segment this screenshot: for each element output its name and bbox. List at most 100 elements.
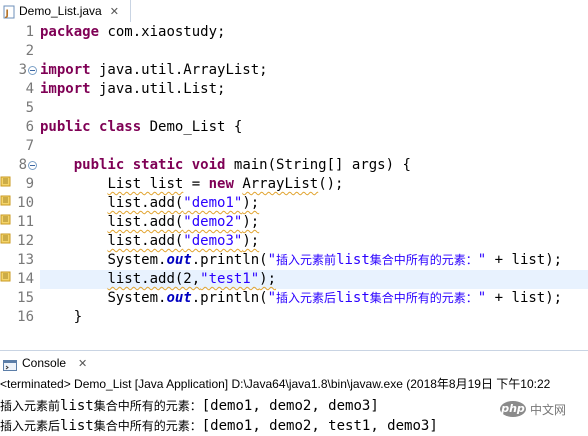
code-text: .println( xyxy=(191,252,268,268)
code-text: com.xiaostudy; xyxy=(99,24,226,40)
line-number: 4 xyxy=(25,81,34,97)
code-text: ); xyxy=(242,214,260,230)
string-literal: "demo3" xyxy=(183,233,243,249)
code-text: .println( xyxy=(191,290,268,306)
warning-marker-icon xyxy=(0,195,11,206)
keyword: class xyxy=(99,119,142,135)
java-file-icon: J xyxy=(2,4,16,19)
code-text: list.add(2, xyxy=(107,271,201,287)
output-text: 插入元素后 xyxy=(0,419,61,433)
code-area[interactable]: package com.xiaostudy; import java.util.… xyxy=(40,22,588,326)
code-line-4: import java.util.List; xyxy=(40,80,225,99)
php-logo: php xyxy=(500,401,526,417)
code-text: main(String[] args) { xyxy=(225,157,411,173)
editor-tab-label: Demo_List.java xyxy=(19,4,102,18)
string-literal: " xyxy=(477,252,487,268)
output-text: 插入元素前 xyxy=(0,399,61,413)
line-number: 10 xyxy=(17,195,34,211)
editor-tab-demo-list[interactable]: J Demo_List.java ✕ xyxy=(0,0,131,22)
line-number: 14 xyxy=(17,271,34,287)
code-line-12: list.add("demo3"); xyxy=(40,232,259,251)
warning-marker-icon xyxy=(0,214,11,225)
string-literal: list xyxy=(336,290,370,306)
string-literal: " xyxy=(267,252,277,268)
string-literal: 插入元素前 xyxy=(276,253,337,267)
string-literal: 集合中所有的元素： xyxy=(369,253,478,267)
code-text: list.add( xyxy=(107,233,184,249)
tab-console[interactable]: Console ✕ xyxy=(0,351,87,375)
output-text: list xyxy=(60,418,94,434)
code-line-15: System.out.println("插入元素后list集合中所有的元素：" … xyxy=(40,289,562,308)
code-text: ArrayList xyxy=(242,176,319,192)
output-text: 集合中所有的元素： xyxy=(93,399,202,413)
string-literal: 插入元素后 xyxy=(276,291,337,305)
code-text: ); xyxy=(242,233,260,249)
keyword: new xyxy=(208,176,234,192)
keyword: public xyxy=(73,157,125,173)
fold-icon[interactable] xyxy=(28,66,37,75)
code-editor[interactable]: 1 2 3 4 5 6 7 8 9 10 11 12 13 14 15 16 p… xyxy=(0,22,588,326)
code-line-11: list.add("demo2"); xyxy=(40,213,259,232)
close-icon[interactable]: ✕ xyxy=(78,357,87,370)
line-number: 5 xyxy=(25,100,34,116)
watermark-text: 中文网 xyxy=(530,402,567,417)
code-line-9: List list = new ArrayList(); xyxy=(40,175,343,194)
code-text: java.util.ArrayList; xyxy=(90,62,268,78)
svg-text:J: J xyxy=(5,9,9,19)
code-text: System. xyxy=(107,252,167,268)
line-number: 1 xyxy=(25,24,34,40)
code-text: + list); xyxy=(486,290,563,306)
keyword: static xyxy=(132,157,184,173)
line-number: 9 xyxy=(25,176,34,192)
line-number: 3 xyxy=(18,62,27,78)
code-line-3: import java.util.ArrayList; xyxy=(40,61,268,80)
line-number: 2 xyxy=(25,43,34,59)
code-text: ); xyxy=(242,195,260,211)
warning-marker-icon xyxy=(0,176,11,187)
line-number: 12 xyxy=(17,233,34,249)
string-literal: list xyxy=(336,252,370,268)
string-literal: 集合中所有的元素： xyxy=(369,291,478,305)
warning-marker-icon xyxy=(0,233,11,244)
output-value: [demo1, demo2, test1, demo3] xyxy=(201,418,438,434)
console-icon xyxy=(3,357,17,371)
line-number: 15 xyxy=(17,290,34,306)
output-text: list xyxy=(60,398,94,414)
code-line-6: public class Demo_List { xyxy=(40,118,242,137)
code-text: Demo_List { xyxy=(141,119,243,135)
fold-icon[interactable] xyxy=(28,161,37,170)
code-text: java.util.List; xyxy=(90,81,226,97)
keyword: import xyxy=(40,81,91,97)
annotation-ruler xyxy=(0,22,14,326)
code-text: (); xyxy=(318,176,344,192)
editor-tab-bar: J Demo_List.java ✕ xyxy=(0,0,588,23)
console-tab-bar: Console ✕ xyxy=(0,350,588,376)
string-literal: "demo1" xyxy=(183,195,243,211)
line-number: 11 xyxy=(17,214,34,230)
warning-marker-icon xyxy=(0,271,11,282)
line-number: 7 xyxy=(25,138,34,154)
line-number: 8 xyxy=(18,157,27,173)
close-icon[interactable]: ✕ xyxy=(110,5,119,18)
code-line-14: list.add(2,"test1"); xyxy=(40,270,276,289)
static-field: out xyxy=(166,290,192,306)
code-text: List list xyxy=(107,176,184,192)
static-field: out xyxy=(166,252,192,268)
line-number: 13 xyxy=(17,252,34,268)
code-line-16: } xyxy=(40,308,82,326)
output-value: [demo1, demo2, demo3] xyxy=(201,398,379,414)
keyword: package xyxy=(40,24,100,40)
string-literal: "test1" xyxy=(200,271,260,287)
code-text: ); xyxy=(259,271,277,287)
code-line-1: package com.xiaostudy; xyxy=(40,23,225,42)
string-literal: " xyxy=(477,290,487,306)
watermark: php 中文网 xyxy=(500,400,566,418)
